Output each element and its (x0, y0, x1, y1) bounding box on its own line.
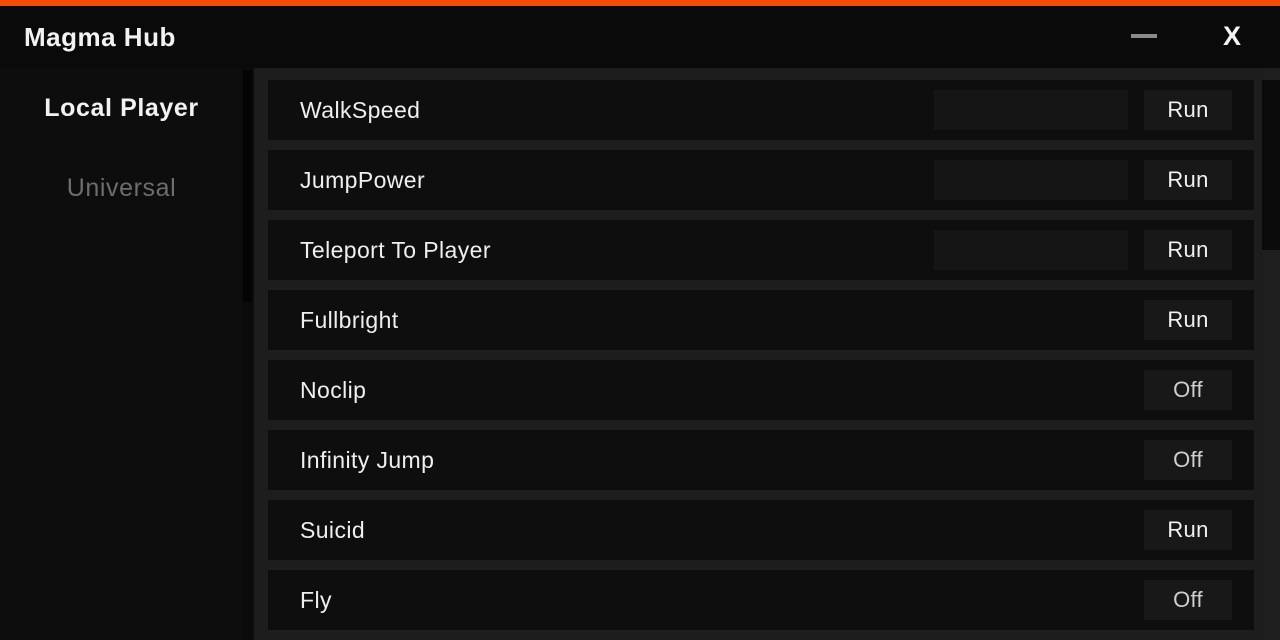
action-label: Run (1167, 167, 1209, 192)
row-label: Teleport To Player (300, 237, 491, 263)
sidebar-scrollbar-thumb[interactable] (243, 70, 252, 302)
infinity-jump-toggle-button[interactable]: Off (1144, 440, 1232, 480)
suicid-run-button[interactable]: Run (1144, 510, 1232, 550)
fullbright-run-button[interactable]: Run (1144, 300, 1232, 340)
row-label: Fullbright (300, 307, 399, 333)
sidebar-item-universal[interactable]: Universal (0, 165, 243, 211)
action-label: Run (1167, 237, 1209, 262)
action-label: Off (1173, 447, 1203, 472)
table-row: JumpPower Run (268, 150, 1254, 210)
sidebar: Local Player Universal (0, 68, 243, 640)
table-row: Teleport To Player Run (268, 220, 1254, 280)
minimize-button[interactable] (1120, 14, 1168, 58)
table-row: Noclip Off (268, 360, 1254, 420)
sidebar-item-label: Universal (66, 173, 177, 202)
action-label: Run (1167, 517, 1209, 542)
row-label: Suicid (300, 517, 366, 543)
row-label: Noclip (300, 377, 367, 403)
noclip-toggle-button[interactable]: Off (1144, 370, 1232, 410)
app-title: Magma Hub (24, 22, 176, 52)
magma-hub-window: Magma Hub X Local Player Universal WalkS… (0, 0, 1280, 640)
close-icon: X (1222, 20, 1241, 51)
jumppower-input[interactable] (934, 160, 1128, 200)
minimize-icon (1131, 34, 1157, 38)
sidebar-item-label: Local Player (44, 93, 199, 122)
walkspeed-run-button[interactable]: Run (1144, 90, 1232, 130)
close-button[interactable]: X (1208, 14, 1256, 58)
content-scrollbar-thumb[interactable] (1262, 80, 1280, 250)
row-label: Fly (300, 587, 332, 613)
teleport-to-player-run-button[interactable]: Run (1144, 230, 1232, 270)
fly-toggle-button[interactable]: Off (1144, 580, 1232, 620)
row-label: WalkSpeed (300, 97, 421, 123)
table-row: Fly Off (268, 570, 1254, 630)
feature-list: WalkSpeed Run JumpPower Run Teleport To … (268, 80, 1254, 640)
action-label: Off (1173, 377, 1203, 402)
row-label: Infinity Jump (300, 447, 435, 473)
action-label: Off (1173, 587, 1203, 612)
action-label: Run (1167, 307, 1209, 332)
content-panel: WalkSpeed Run JumpPower Run Teleport To … (254, 68, 1262, 640)
table-row: WalkSpeed Run (268, 80, 1254, 140)
row-label: JumpPower (300, 167, 426, 193)
title-bar: Magma Hub X (0, 6, 1280, 68)
walkspeed-input[interactable] (934, 90, 1128, 130)
table-row: Infinity Jump Off (268, 430, 1254, 490)
table-row: Suicid Run (268, 500, 1254, 560)
sidebar-item-local-player[interactable]: Local Player (0, 85, 243, 131)
jumppower-run-button[interactable]: Run (1144, 160, 1232, 200)
teleport-to-player-input[interactable] (934, 230, 1128, 270)
table-row: Fullbright Run (268, 290, 1254, 350)
action-label: Run (1167, 97, 1209, 122)
